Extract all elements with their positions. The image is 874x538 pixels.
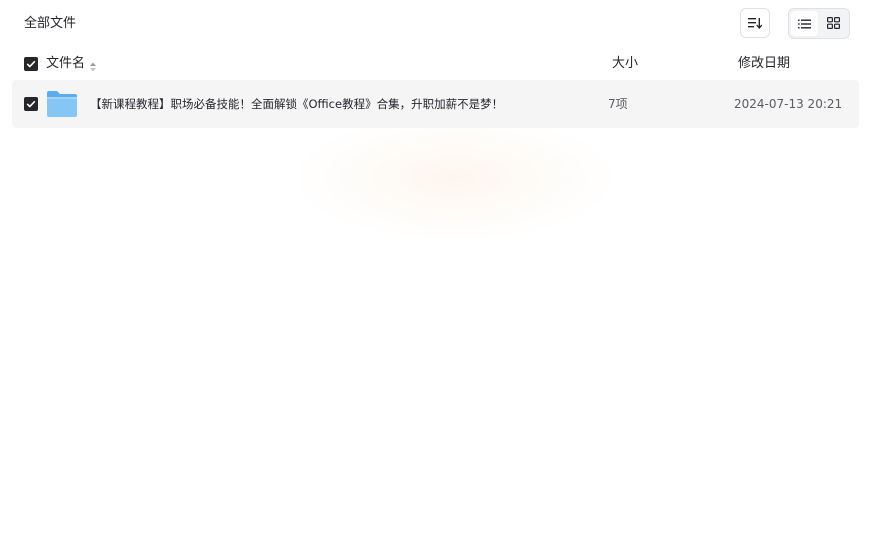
select-all-checkbox[interactable] [24,57,38,71]
file-size: 7项 [608,97,628,111]
column-header-date: 修改日期 [738,56,791,71]
file-browser: 全部文件 文件名 大小 修改日期 【新课程教程】职场必备技能！全面解锁《Offi… [0,0,874,538]
sort-button[interactable] [740,8,770,38]
file-name[interactable]: 【新课程教程】职场必备技能！全面解锁《Office教程》合集，升职加薪不是梦！ [90,96,503,112]
table-row[interactable]: 【新课程教程】职场必备技能！全面解锁《Office教程》合集，升职加薪不是梦！ … [12,80,859,128]
list-view-icon [798,14,811,33]
folder-icon [46,90,78,122]
checkmark-icon [26,60,36,68]
column-header-size: 大小 [612,56,639,71]
column-header-name[interactable]: 文件名 [46,55,85,73]
sort-arrows-icon[interactable] [89,58,97,72]
list-view-button[interactable] [791,11,818,36]
grid-view-button[interactable] [820,11,847,36]
checkmark-icon [26,100,36,108]
page-title: 全部文件 [24,16,77,31]
background-glow [300,118,610,238]
view-mode-toggle [788,8,850,39]
grid-view-icon [827,14,841,33]
file-modified-date: 2024-07-13 20:21 [734,97,843,111]
row-checkbox[interactable] [24,97,38,111]
sort-icon [748,14,763,33]
